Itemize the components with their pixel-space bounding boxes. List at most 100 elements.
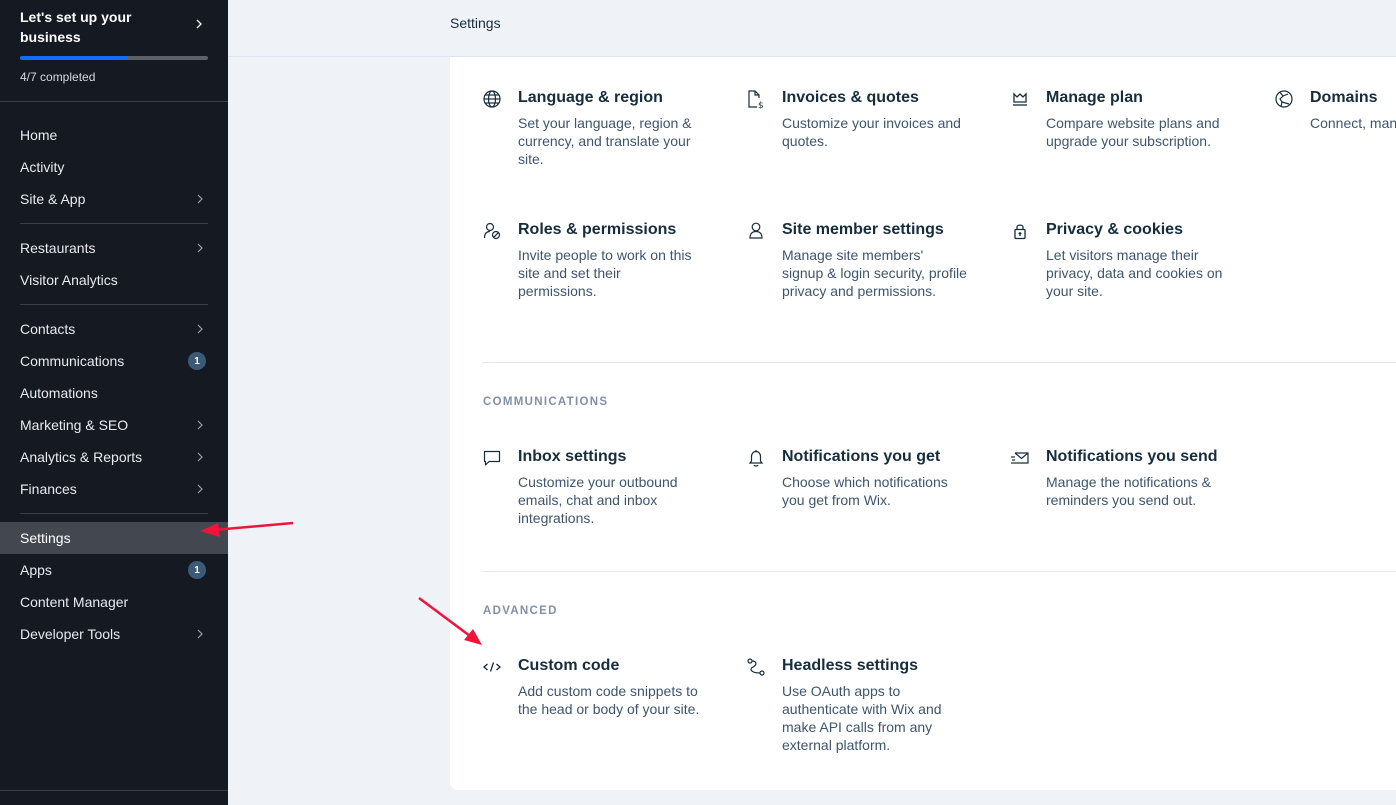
sidebar-item-label: Apps [20,562,52,578]
setting-description: Manage the notifications & reminders you… [1046,474,1211,508]
setting-title: Roles & permissions [518,221,677,238]
setting-inbox[interactable]: Inbox settings Customize your outbound e… [482,446,712,527]
chevron-right-icon [197,194,203,204]
setup-progress-fill [20,56,128,60]
page-header: Settings [228,0,1396,57]
setting-title: Site member settings [782,221,944,238]
setting-description: Customize your outbound emails, chat and… [518,474,678,526]
setting-roles-permissions[interactable]: Roles & permissions Invite people to wor… [482,219,712,300]
section-label-communications: COMMUNICATIONS [483,396,609,408]
invoice-icon: $ [748,90,764,109]
sidebar-nav: Home Activity Site & App Restaurants Vis… [0,119,228,650]
sidebar-item-developer-tools[interactable]: Developer Tools [0,618,228,650]
sidebar-item-label: Restaurants [20,240,96,256]
sidebar-item-apps[interactable]: Apps 1 [0,554,228,586]
setting-title: Invoices & quotes [782,89,919,106]
chevron-right-icon [197,484,203,494]
setting-invoices-quotes[interactable]: $ Invoices & quotes Customize your invoi… [746,87,976,150]
roles-icon [483,222,501,240]
sidebar-item-label: Finances [20,481,77,497]
setting-title: Notifications you send [1046,448,1218,465]
sidebar-divider [20,223,208,224]
setting-description: Set your language, region & currency, an… [518,115,692,167]
sidebar-item-communications[interactable]: Communications 1 [0,345,228,377]
notification-badge: 1 [188,561,206,579]
sidebar-item-automations[interactable]: Automations [0,377,228,409]
setting-notifications-get[interactable]: Notifications you get Choose which notif… [746,446,976,509]
section-divider [482,571,1396,572]
settings-card: Language & region Set your language, reg… [450,57,1396,790]
sidebar-item-marketing-seo[interactable]: Marketing & SEO [0,409,228,441]
setting-title: Manage plan [1046,89,1143,106]
section-label-advanced: ADVANCED [483,605,558,617]
setting-description: Invite people to work on this site and s… [518,247,692,299]
setting-title: Domains [1310,89,1378,106]
send-mail-icon [1011,452,1029,464]
setting-domains[interactable]: Domains Connect, manage your website's [1274,87,1396,132]
setting-title: Headless settings [782,657,919,674]
sidebar-item-home[interactable]: Home [0,119,228,151]
section-divider [482,362,1396,363]
setting-description: Manage site members' signup & login secu… [782,247,967,299]
setting-manage-plan[interactable]: Manage plan Compare website plans and up… [1010,87,1240,150]
setting-site-member[interactable]: Site member settings Manage site members… [746,219,976,300]
sidebar-item-label: Home [20,127,58,143]
sidebar-item-label: Marketing & SEO [20,417,129,433]
setting-title: Notifications you get [782,448,941,465]
chevron-right-icon [197,629,203,639]
domain-globe-icon [1275,90,1293,108]
sidebar-item-label: Automations [20,385,98,401]
setup-progress-text: 4/7 completed [20,70,96,84]
sidebar-item-activity[interactable]: Activity [0,151,228,183]
setting-description: Let visitors manage their privacy, data … [1046,247,1223,299]
sidebar-item-label: Settings [20,530,71,546]
sidebar-item-content-manager[interactable]: Content Manager [0,586,228,618]
page-title: Settings [450,15,501,31]
chevron-right-icon [196,19,202,29]
svg-text:$: $ [758,101,764,109]
setting-title: Custom code [518,657,620,674]
sidebar-item-label: Analytics & Reports [20,449,143,465]
setting-description: Choose which notifications you get from … [782,474,948,508]
sidebar-item-visitor-analytics[interactable]: Visitor Analytics [0,264,228,296]
sidebar-item-contacts[interactable]: Contacts [0,313,228,345]
sidebar-item-label: Content Manager [20,594,129,610]
chat-icon [483,450,501,466]
setting-headless[interactable]: Headless settings Use OAuth apps to auth… [746,655,976,754]
setting-privacy-cookies[interactable]: Privacy & cookies Let visitors manage th… [1010,219,1240,300]
setting-title: Privacy & cookies [1046,221,1183,238]
code-icon [483,662,501,672]
setting-title: Language & region [518,89,663,106]
member-icon [749,222,763,239]
bell-icon [748,450,764,467]
sidebar-item-label: Visitor Analytics [20,272,118,288]
sidebar-item-site-app[interactable]: Site & App [0,183,228,215]
sidebar-item-analytics-reports[interactable]: Analytics & Reports [0,441,228,473]
sidebar-divider [20,304,208,305]
setup-business-card[interactable]: Let's set up your business 4/7 completed [20,7,208,84]
setting-notifications-send[interactable]: Notifications you send Manage the notifi… [1010,446,1240,509]
chevron-right-icon [197,452,203,462]
globe-icon [483,90,501,108]
setup-title: Let's set up your business [20,9,132,45]
sidebar-item-label: Site & App [20,191,86,207]
sidebar-divider [20,513,208,514]
sidebar-item-settings[interactable]: Settings [0,522,228,554]
lock-icon [1014,224,1026,240]
sidebar-item-label: Contacts [20,321,76,337]
setting-custom-code[interactable]: Custom code Add custom code snippets to … [482,655,712,718]
sidebar-divider [0,101,228,102]
sidebar-item-label: Activity [20,159,65,175]
setting-language-region[interactable]: Language & region Set your language, reg… [482,87,712,168]
chevron-right-icon [197,324,203,334]
sidebar: Let's set up your business 4/7 completed… [0,0,228,805]
setting-description: Customize your invoices and quotes. [782,115,961,149]
chevron-right-icon [197,420,203,430]
sidebar-item-finances[interactable]: Finances [0,473,228,505]
chevron-right-icon [197,243,203,253]
sidebar-item-label: Developer Tools [20,626,121,642]
setting-description: Add custom code snippets to the head or … [518,683,700,717]
sidebar-item-restaurants[interactable]: Restaurants [0,232,228,264]
setting-description: Use OAuth apps to authenticate with Wix … [782,683,942,753]
setting-title: Inbox settings [518,448,627,465]
